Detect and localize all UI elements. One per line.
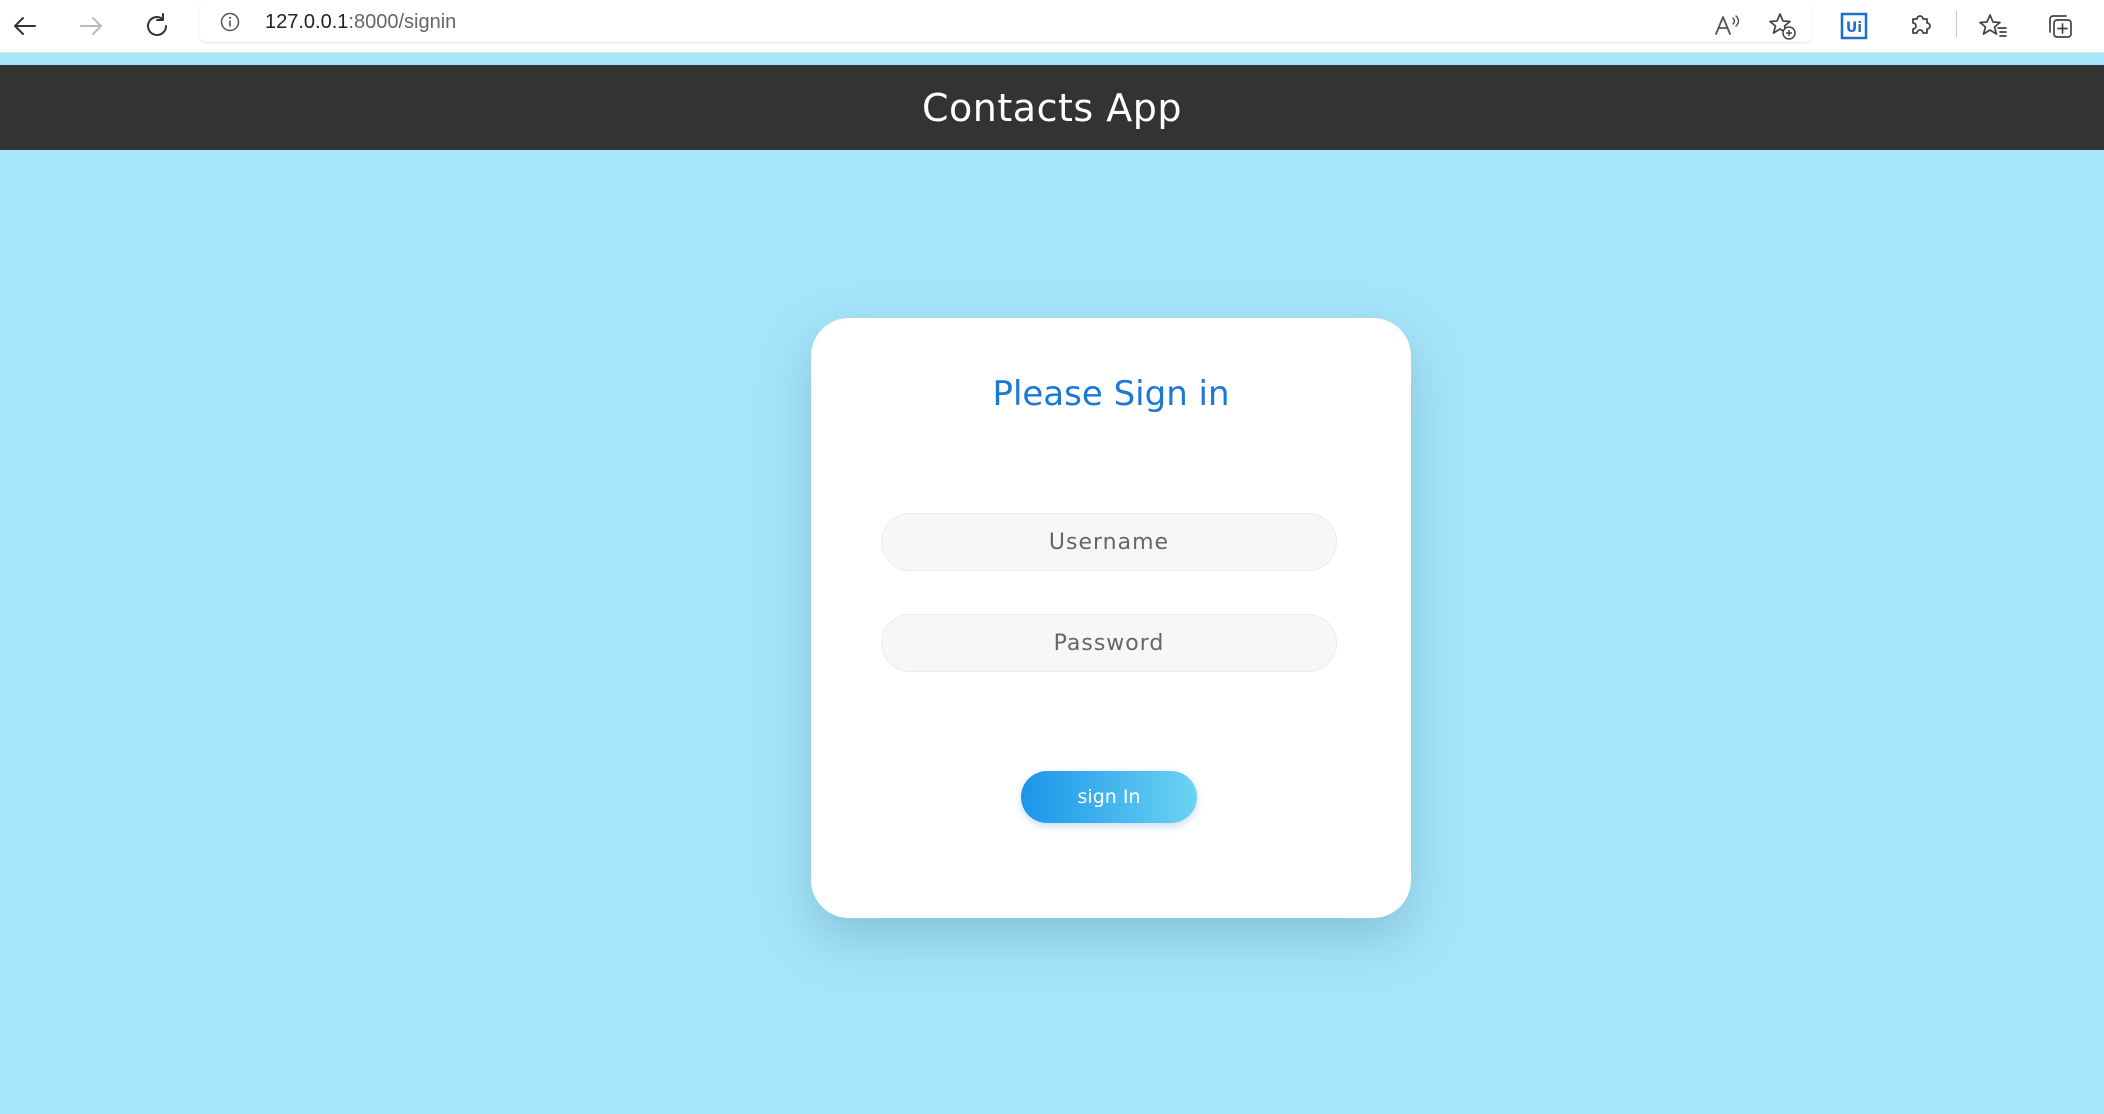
uipath-extension-button[interactable]: Ui — [1834, 6, 1874, 46]
url-text[interactable]: 127.0.0.1:8000/signin — [265, 11, 456, 34]
info-icon[interactable] — [220, 12, 240, 32]
forward-arrow-icon — [80, 17, 102, 35]
reload-icon — [147, 13, 167, 36]
extensions-button[interactable] — [1900, 6, 1940, 46]
password-input[interactable] — [881, 614, 1337, 672]
add-favorite-icon — [1769, 13, 1796, 40]
read-aloud-button[interactable] — [1708, 6, 1748, 46]
app-header: Contacts App — [0, 65, 2104, 150]
username-input[interactable] — [881, 513, 1337, 571]
url-path: :8000/signin — [348, 11, 457, 33]
favorites-button[interactable] — [1973, 6, 2013, 46]
back-button[interactable] — [5, 6, 45, 46]
signin-title: Please Sign in — [992, 374, 1230, 414]
browser-toolbar: 127.0.0.1:8000/signin Ui — [0, 0, 2104, 53]
app-title: Contacts App — [922, 85, 1182, 130]
collections-button[interactable] — [2040, 6, 2080, 46]
sign-in-button[interactable]: sign In — [1021, 771, 1197, 823]
add-favorite-button[interactable] — [1762, 6, 1802, 46]
svg-text:Ui: Ui — [1846, 20, 1862, 36]
uipath-extension-icon: Ui — [1840, 12, 1868, 40]
favorites-icon — [1979, 14, 2007, 37]
reload-button[interactable] — [137, 6, 177, 46]
address-bar[interactable]: 127.0.0.1:8000/signin — [200, 2, 1812, 42]
forward-button[interactable] — [71, 6, 111, 46]
back-arrow-icon — [14, 17, 36, 35]
url-host: 127.0.0.1 — [265, 11, 349, 33]
signin-card: Please Sign in sign In — [811, 318, 1411, 918]
read-aloud-icon — [1715, 15, 1740, 35]
toolbar-separator — [1956, 11, 1957, 37]
collections-icon — [2049, 15, 2072, 38]
extensions-icon — [1912, 15, 1931, 34]
